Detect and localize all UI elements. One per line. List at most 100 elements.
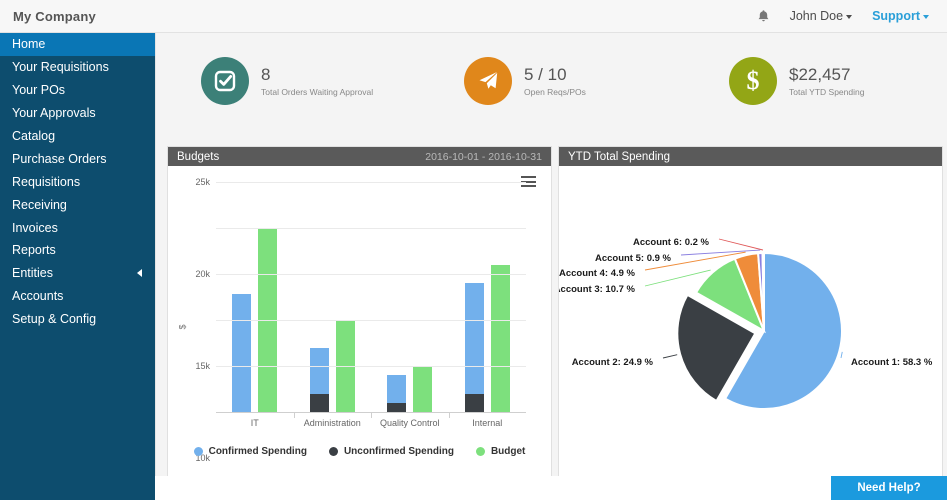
- kpi-text: $22,457 Total YTD Spending: [789, 65, 864, 97]
- confirmed-spending-segment[interactable]: [387, 375, 406, 403]
- unconfirmed-spending-segment[interactable]: [465, 394, 484, 412]
- sidebar-item-reports[interactable]: Reports: [0, 239, 155, 262]
- ytd-spending-panel: YTD Total Spending Account 1: 58.3 %Acco…: [558, 146, 943, 488]
- paper-plane-icon: [464, 57, 512, 105]
- top-bar: My Company John Doe Support: [0, 0, 947, 33]
- legend-item[interactable]: Unconfirmed Spending: [329, 446, 454, 457]
- pie-chart-svg: Account 1: 58.3 % Account 2: 24.9 % Accoun…: [559, 166, 942, 487]
- legend-label: Confirmed Spending: [209, 446, 307, 457]
- kpi-label: Open Reqs/POs: [524, 87, 586, 97]
- sidebar-item-entities[interactable]: Entities: [0, 262, 155, 285]
- bar-group: [216, 182, 294, 412]
- gridline: 10k: [216, 320, 526, 321]
- budget-bar[interactable]: [413, 366, 432, 412]
- y-axis-tick: 25k: [195, 177, 210, 187]
- ytd-panel-body: Account 1: 58.3 % Account 2: 24.9 % Accoun…: [559, 166, 942, 487]
- sidebar-item-requisitions[interactable]: Requisitions: [0, 170, 155, 193]
- unconfirmed-spending-segment[interactable]: [310, 394, 329, 412]
- sidebar-item-setup-config[interactable]: Setup & Config: [0, 308, 155, 331]
- sidebar-item-label: Receiving: [12, 198, 67, 212]
- chevron-down-icon: [846, 15, 852, 19]
- bar-group: [371, 182, 449, 412]
- kpi-label: Total YTD Spending: [789, 87, 864, 97]
- legend-swatch: [476, 447, 485, 456]
- confirmed-spending-segment[interactable]: [232, 294, 251, 412]
- pie-label-connector: [663, 355, 677, 358]
- spending-bar[interactable]: [387, 375, 406, 412]
- pie-label-connector: [719, 239, 763, 250]
- y-axis-tick: 15k: [195, 361, 210, 371]
- budgets-panel: Budgets 2016-10-01 - 2016-10-31 $ 05k10k…: [167, 146, 552, 488]
- main-content: 8 Total Orders Waiting Approval 5 / 10 O…: [155, 33, 947, 500]
- support-menu-label: Support: [872, 9, 920, 23]
- user-menu[interactable]: John Doe: [790, 9, 853, 23]
- sidebar-item-label: Setup & Config: [12, 312, 96, 326]
- dashboard-page: My Company John Doe Support Home Your Req…: [0, 0, 947, 500]
- bar-group: [449, 182, 527, 412]
- y-axis-tick: 20k: [195, 269, 210, 279]
- bell-icon[interactable]: [757, 9, 770, 23]
- support-menu[interactable]: Support: [872, 9, 929, 23]
- unconfirmed-spending-segment[interactable]: [387, 403, 406, 412]
- need-help-button[interactable]: Need Help?: [831, 476, 947, 500]
- spending-bar[interactable]: [465, 283, 484, 412]
- kpi-ytd-spending: $ $22,457 Total YTD Spending: [729, 57, 864, 105]
- sidebar-item-label: Catalog: [12, 129, 55, 143]
- sidebar-item-label: Purchase Orders: [12, 152, 106, 166]
- budgets-panel-body: $ 05k10k15k20k25k ITAdministrationQualit…: [168, 166, 551, 487]
- pie-slice-label: Account 1: 58.3 %: [851, 357, 933, 368]
- sidebar-item-accounts[interactable]: Accounts: [0, 285, 155, 308]
- bar-chart: $ 05k10k15k20k25k ITAdministrationQualit…: [168, 166, 551, 487]
- ytd-panel-title: YTD Total Spending: [568, 151, 670, 163]
- gridline: 15k: [216, 274, 526, 275]
- bar-group: [294, 182, 372, 412]
- sidebar-item-label: Home: [12, 37, 45, 51]
- sidebar-item-your-pos[interactable]: Your POs: [0, 79, 155, 102]
- sidebar-item-label: Your Requisitions: [12, 60, 109, 74]
- kpi-value: 5 / 10: [524, 65, 586, 85]
- sidebar-item-label: Reports: [12, 243, 56, 257]
- legend-swatch: [194, 447, 203, 456]
- legend-item[interactable]: Confirmed Spending: [194, 446, 307, 457]
- spending-bar[interactable]: [232, 294, 251, 412]
- confirmed-spending-segment[interactable]: [310, 348, 329, 394]
- pie-slice-label: Account 2: 24.9 %: [572, 357, 654, 368]
- pie-chart: Account 1: 58.3 % Account 2: 24.9 % Accoun…: [559, 166, 942, 487]
- sidebar-item-label: Your POs: [12, 83, 65, 97]
- kpi-text: 8 Total Orders Waiting Approval: [261, 65, 373, 97]
- budget-bar[interactable]: [491, 265, 510, 412]
- legend-item[interactable]: Budget: [476, 446, 525, 457]
- sidebar-item-label: Entities: [12, 266, 53, 280]
- budgets-date-range: 2016-10-01 - 2016-10-31: [425, 151, 542, 163]
- x-axis-label: IT: [216, 418, 294, 428]
- check-circle-icon: [201, 57, 249, 105]
- pie-label-connector: [841, 352, 842, 358]
- gridline: 20k: [216, 228, 526, 229]
- company-brand: My Company: [13, 9, 96, 24]
- bar-groups: [216, 182, 526, 412]
- legend-swatch: [329, 447, 338, 456]
- gridline: 5k: [216, 366, 526, 367]
- ytd-panel-header: YTD Total Spending: [559, 147, 942, 166]
- kpi-value: $22,457: [789, 65, 864, 85]
- x-axis-label: Internal: [449, 418, 527, 428]
- bar-chart-y-axis-title: $: [178, 324, 188, 329]
- sidebar-item-label: Requisitions: [12, 175, 80, 189]
- kpi-value: 8: [261, 65, 373, 85]
- x-axis-label: Administration: [294, 418, 372, 428]
- sidebar-item-your-requisitions[interactable]: Your Requisitions: [0, 56, 155, 79]
- pie-slice-label: Account 5: 0.9 %: [595, 253, 672, 264]
- bar-chart-x-axis: [216, 412, 526, 413]
- chevron-left-icon: [137, 269, 142, 277]
- confirmed-spending-segment[interactable]: [465, 283, 484, 393]
- sidebar-item-invoices[interactable]: Invoices: [0, 216, 155, 239]
- sidebar-item-catalog[interactable]: Catalog: [0, 125, 155, 148]
- sidebar-item-purchase-orders[interactable]: Purchase Orders: [0, 147, 155, 170]
- sidebar-item-receiving[interactable]: Receiving: [0, 193, 155, 216]
- bottom-strip: [155, 476, 947, 500]
- sidebar-item-your-approvals[interactable]: Your Approvals: [0, 102, 155, 125]
- sidebar-item-home[interactable]: Home: [0, 33, 155, 56]
- spending-bar[interactable]: [310, 348, 329, 412]
- bar-chart-plot: 05k10k15k20k25k: [216, 182, 526, 412]
- top-bar-right: John Doe Support: [757, 9, 929, 23]
